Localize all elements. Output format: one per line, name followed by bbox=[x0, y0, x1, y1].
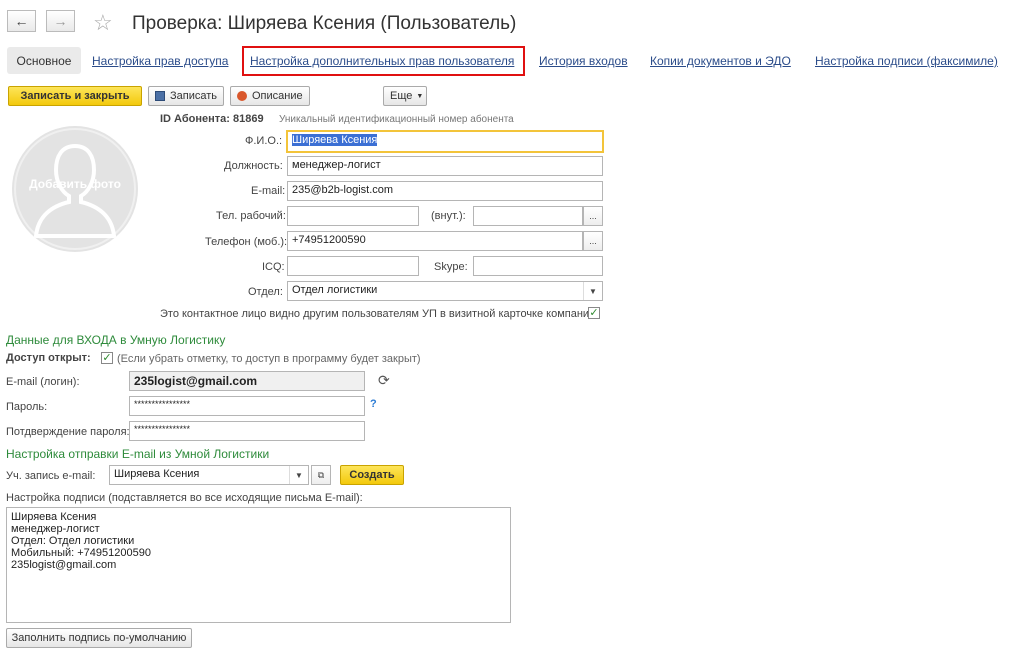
dept-value: Отдел логистики bbox=[292, 284, 378, 296]
tab-document-copies[interactable]: Копии документов и ЭДО bbox=[650, 54, 791, 68]
mobile-label: Телефон (моб.): bbox=[205, 236, 288, 248]
open-account-button[interactable]: ⧉ bbox=[311, 465, 331, 485]
tab-login-history[interactable]: История входов bbox=[539, 54, 628, 68]
position-label: Должность: bbox=[224, 160, 283, 172]
email-field[interactable]: 235@b2b-logist.com bbox=[287, 181, 603, 201]
mobile-select-button[interactable]: ... bbox=[583, 231, 603, 251]
more-label: Еще bbox=[390, 90, 413, 102]
tab-signature[interactable]: Настройка подписи (факсимиле) bbox=[815, 54, 998, 68]
chevron-down-icon: ▼ bbox=[289, 466, 308, 484]
more-button[interactable]: Еще ▼ bbox=[383, 86, 427, 106]
password-field[interactable]: **************** bbox=[129, 396, 365, 416]
password-label: Пароль: bbox=[6, 401, 48, 413]
mobile-field[interactable]: +74951200590 bbox=[287, 231, 583, 251]
ext-select-button[interactable]: ... bbox=[583, 206, 603, 226]
chevron-down-icon: ▼ bbox=[583, 282, 602, 300]
work-phone-label: Тел. рабочий: bbox=[216, 210, 286, 222]
signature-line: Отдел: Отдел логистики bbox=[11, 535, 135, 547]
access-label: Доступ открыт: bbox=[6, 352, 91, 364]
dept-label: Отдел: bbox=[248, 286, 283, 298]
email-label: E-mail: bbox=[251, 185, 286, 197]
visible-label: Это контактное лицо видно другим пользов… bbox=[160, 308, 599, 320]
description-button[interactable]: Описание bbox=[230, 86, 310, 106]
page-title: Проверка: Ширяева Ксения (Пользователь) bbox=[132, 13, 517, 34]
highlight-frame bbox=[242, 46, 525, 76]
signature-line: Ширяева Ксения bbox=[11, 511, 97, 523]
signature-line: менеджер-логист bbox=[11, 523, 100, 535]
fio-field[interactable]: Ширяева Ксения bbox=[286, 130, 604, 153]
login-email-label: E-mail (логин): bbox=[6, 376, 80, 388]
save-label: Записать bbox=[169, 90, 217, 102]
save-and-close-button[interactable]: Записать и закрыть bbox=[8, 86, 142, 106]
fio-value: Ширяева Ксения bbox=[292, 134, 378, 146]
icq-label: ICQ: bbox=[262, 261, 285, 273]
subscriber-id-hint: Уникальный идентификационный номер абоне… bbox=[279, 114, 514, 125]
fio-label: Ф.И.О.: bbox=[245, 135, 283, 147]
access-checkbox[interactable]: ✓ bbox=[101, 352, 113, 364]
favorite-star-icon[interactable]: ☆ bbox=[93, 10, 113, 36]
dept-select[interactable]: Отдел логистики ▼ bbox=[287, 281, 603, 301]
add-photo[interactable]: Добавить фото bbox=[12, 126, 138, 252]
position-field[interactable]: менеджер-логист bbox=[287, 156, 603, 176]
icq-field[interactable] bbox=[287, 256, 419, 276]
refresh-icon[interactable]: ⟳ bbox=[378, 372, 390, 389]
signature-line: 235logist@gmail.com bbox=[11, 559, 117, 571]
ext-label: (внут.): bbox=[431, 210, 466, 222]
confirm-label: Потдверждение пароля: bbox=[6, 426, 130, 438]
help-icon[interactable]: ? bbox=[370, 398, 377, 410]
account-value: Ширяева Ксения bbox=[114, 468, 200, 480]
tab-main[interactable]: Основное bbox=[7, 47, 81, 74]
description-label: Описание bbox=[252, 90, 303, 102]
forward-button[interactable]: → bbox=[46, 10, 75, 32]
arrow-left-icon: ← bbox=[14, 13, 29, 29]
signature-line: Мобильный: +74951200590 bbox=[11, 547, 151, 559]
work-phone-field[interactable] bbox=[287, 206, 419, 226]
signature-label: Настройка подписи (подставляется во все … bbox=[6, 492, 363, 504]
visible-checkbox[interactable]: ✓ bbox=[588, 307, 600, 319]
floppy-icon bbox=[155, 91, 165, 101]
comment-icon bbox=[237, 91, 247, 101]
subscriber-id: ID Абонента: 81869 bbox=[160, 113, 264, 125]
login-email-field[interactable]: 235logist@gmail.com bbox=[129, 371, 365, 391]
create-account-button[interactable]: Создать bbox=[340, 465, 404, 485]
skype-label: Skype: bbox=[434, 261, 468, 273]
chevron-down-icon: ▼ bbox=[416, 92, 424, 100]
skype-field[interactable] bbox=[473, 256, 603, 276]
fill-default-signature-button[interactable]: Заполнить подпись по-умолчанию bbox=[6, 628, 192, 648]
account-select[interactable]: Ширяева Ксения ▼ bbox=[109, 465, 309, 485]
access-hint: (Если убрать отметку, то доступ в програ… bbox=[117, 353, 421, 365]
signature-textarea[interactable]: Ширяева Ксения менеджер-логист Отдел: От… bbox=[6, 507, 511, 623]
open-window-icon: ⧉ bbox=[317, 469, 325, 480]
ext-field[interactable] bbox=[473, 206, 583, 226]
confirm-password-field[interactable]: **************** bbox=[129, 421, 365, 441]
save-button[interactable]: Записать bbox=[148, 86, 224, 106]
login-section-title: Данные для ВХОДА в Умную Логистику bbox=[6, 333, 226, 347]
back-button[interactable]: ← bbox=[7, 10, 36, 32]
account-label: Уч. запись e-mail: bbox=[6, 470, 96, 482]
tab-access-rights[interactable]: Настройка прав доступа bbox=[92, 54, 228, 68]
add-photo-label: Добавить фото bbox=[29, 177, 121, 191]
arrow-right-icon: → bbox=[53, 13, 68, 29]
mail-section-title: Настройка отправки E-mail из Умной Логис… bbox=[6, 447, 270, 461]
